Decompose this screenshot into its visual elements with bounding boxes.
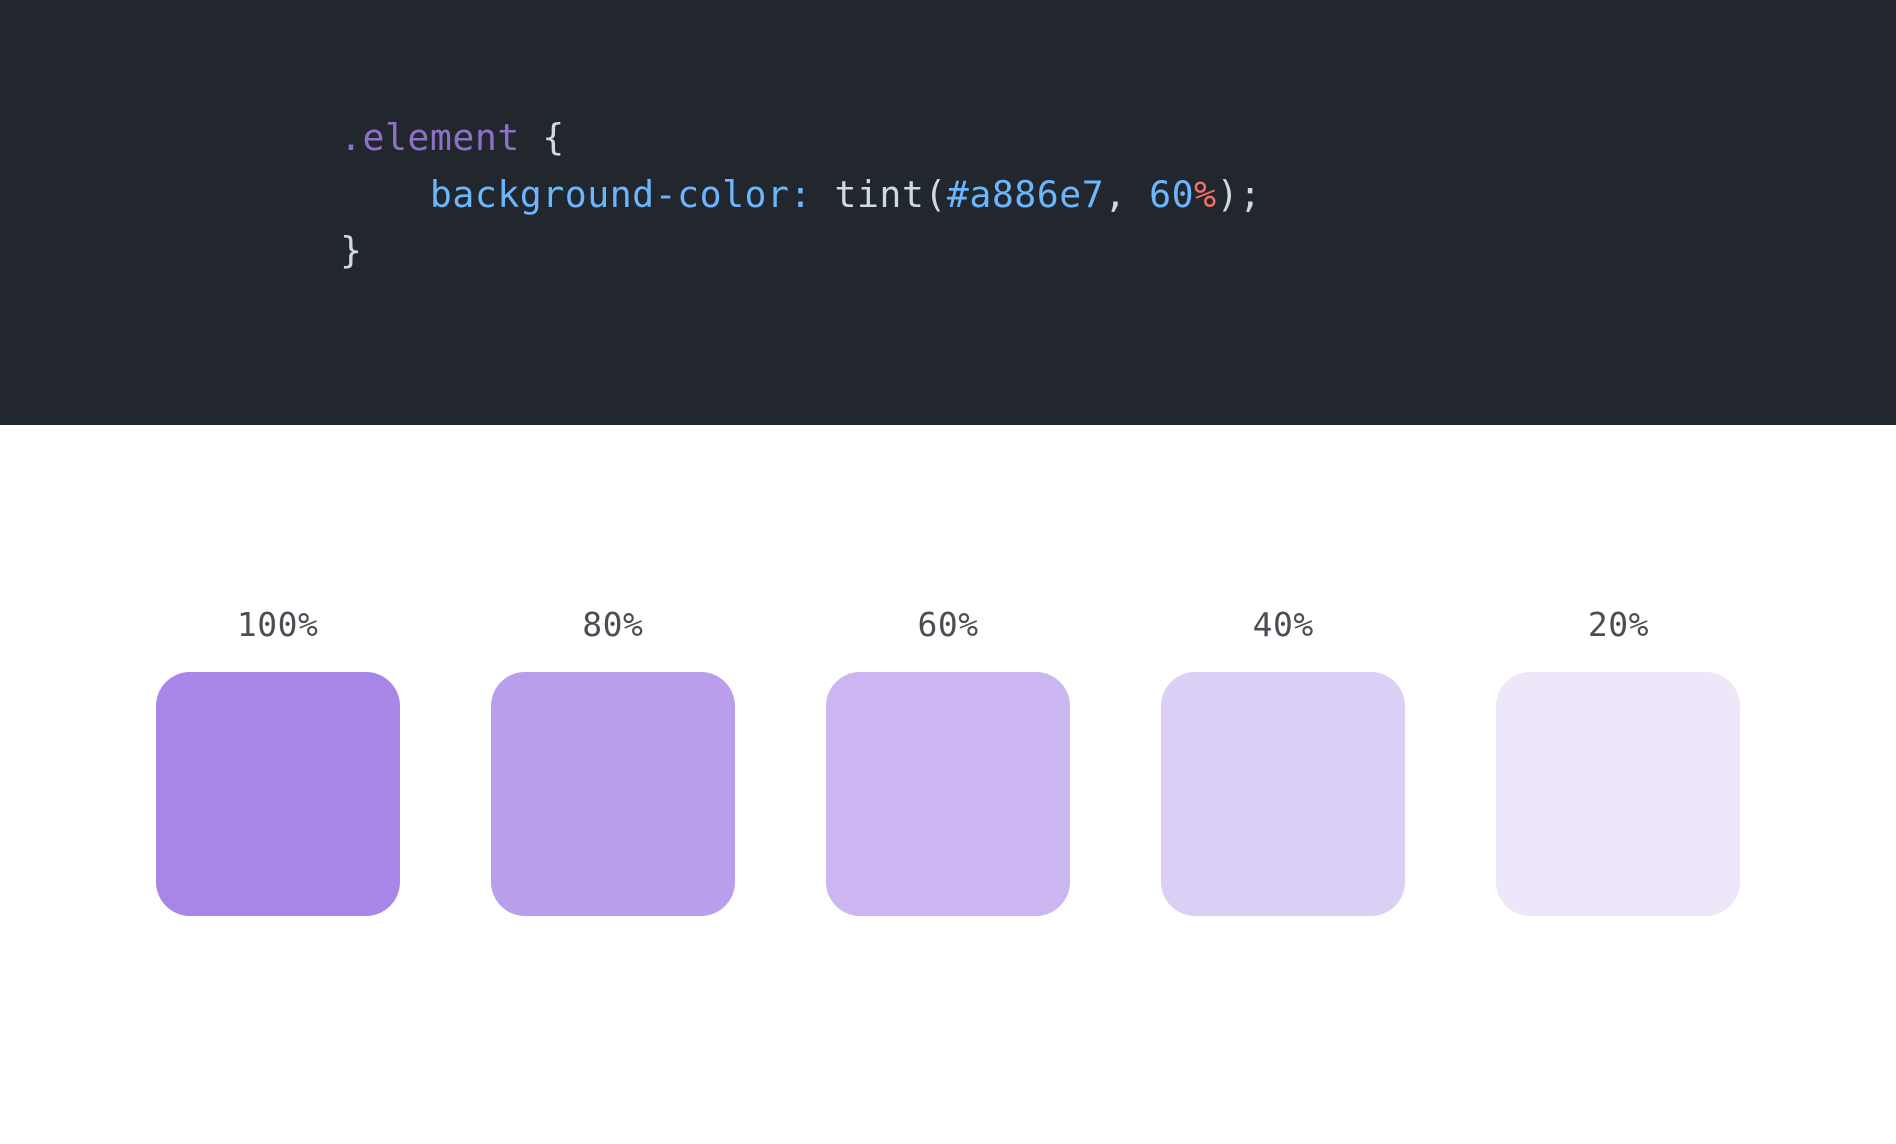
swatch-label: 20% <box>1588 605 1649 644</box>
code-line-1: .element { <box>340 110 1896 167</box>
swatch-box <box>491 672 735 916</box>
unit: % <box>1194 173 1216 216</box>
code-line-3: } <box>340 223 1896 280</box>
swatch-label: 40% <box>1253 605 1314 644</box>
swatch-label: 60% <box>917 605 978 644</box>
close-brace: } <box>340 229 362 272</box>
colon: : <box>790 173 812 216</box>
swatch-box <box>1496 672 1740 916</box>
code-block: .element { background-color: tint(#a886e… <box>0 0 1896 425</box>
open-brace: { <box>542 116 564 159</box>
fn-name: tint <box>834 173 924 216</box>
lparen: ( <box>924 173 946 216</box>
swatch-item-40: 40% <box>1156 605 1411 916</box>
comma: , <box>1104 173 1126 216</box>
number-value: 60 <box>1149 173 1194 216</box>
swatch-box <box>156 672 400 916</box>
code-line-2: background-color: tint(#a886e7, 60%); <box>340 167 1896 224</box>
css-property: background-color <box>430 173 790 216</box>
swatch-box <box>1161 672 1405 916</box>
swatch-item-60: 60% <box>820 605 1075 916</box>
swatch-item-80: 80% <box>485 605 740 916</box>
swatch-item-20: 20% <box>1491 605 1746 916</box>
swatch-section: 100% 80% 60% 40% 20% <box>0 425 1896 916</box>
swatch-label: 80% <box>582 605 643 644</box>
swatch-label: 100% <box>237 605 318 644</box>
swatch-box <box>826 672 1070 916</box>
swatch-item-100: 100% <box>150 605 405 916</box>
swatch-row: 100% 80% 60% 40% 20% <box>150 605 1746 916</box>
css-selector: .element <box>340 116 520 159</box>
hex-value: #a886e7 <box>947 173 1104 216</box>
rparen: ) <box>1217 173 1239 216</box>
semicolon: ; <box>1239 173 1261 216</box>
